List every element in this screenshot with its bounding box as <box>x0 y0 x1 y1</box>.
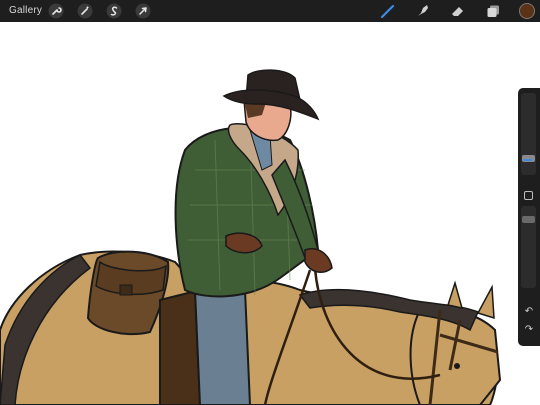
horse-eye <box>454 363 460 369</box>
undo-arrow-icon[interactable]: ↶ <box>522 306 536 318</box>
top-toolbar: Gallery <box>0 0 540 22</box>
layers-icon[interactable] <box>484 2 502 20</box>
opacity-thumb[interactable] <box>522 216 535 223</box>
rider-glove-right <box>304 248 333 273</box>
side-toolbar: ↶ ↷ <box>518 88 540 346</box>
brush-icon[interactable] <box>379 2 397 20</box>
transform-arrow-icon[interactable] <box>134 2 152 20</box>
saddlebag-buckle <box>119 284 133 296</box>
gallery-button[interactable]: Gallery <box>9 3 42 19</box>
magic-wand-icon[interactable] <box>76 2 94 20</box>
horse-ear-right <box>476 284 495 320</box>
brush-size-indicator <box>523 159 532 161</box>
opacity-slider[interactable] <box>521 206 536 288</box>
modify-button[interactable] <box>524 191 533 200</box>
eraser-icon[interactable] <box>449 2 467 20</box>
drawing-canvas[interactable] <box>0 22 540 405</box>
selection-s-icon[interactable] <box>105 2 123 20</box>
smudge-icon[interactable] <box>414 2 432 20</box>
rider-leg <box>193 289 252 405</box>
redo-arrow-icon[interactable]: ↷ <box>522 324 536 336</box>
color-picker-swatch[interactable] <box>519 3 535 19</box>
horse-ear-left <box>447 280 464 309</box>
wrench-icon[interactable] <box>47 2 65 20</box>
artwork-cowboy-on-horse <box>0 69 502 405</box>
brush-size-slider[interactable] <box>521 93 536 175</box>
